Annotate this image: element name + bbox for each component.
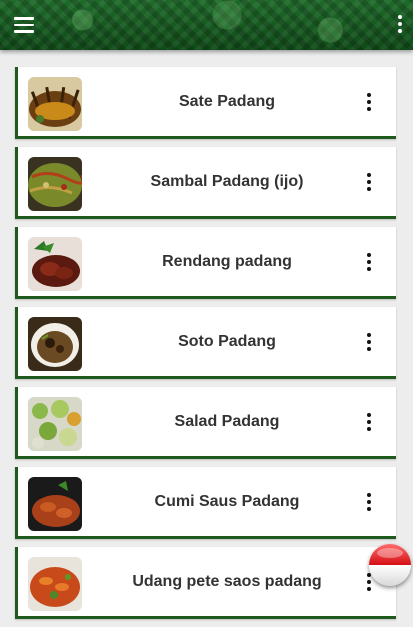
recipe-thumbnail (28, 77, 82, 131)
recipe-thumbnail (28, 237, 82, 291)
overflow-menu-icon[interactable] (395, 14, 405, 36)
recipe-card-soto-padang[interactable]: Soto Padang (15, 307, 396, 379)
recipe-thumbnail (28, 557, 82, 611)
recipe-list: Sate Padang Sambal Padang (ijo) Rendang … (15, 67, 396, 627)
more-options-icon[interactable] (364, 253, 374, 273)
more-options-icon[interactable] (364, 493, 374, 513)
recipe-card-udang-pete-saos-padang[interactable]: Udang pete saos padang (15, 547, 396, 619)
recipe-card-rendang-padang[interactable]: Rendang padang (15, 227, 396, 299)
indonesia-flag-icon[interactable] (369, 544, 411, 586)
recipe-card-salad-padang[interactable]: Salad Padang (15, 387, 396, 459)
hamburger-menu-icon[interactable] (14, 16, 36, 34)
more-options-icon[interactable] (364, 93, 374, 113)
recipe-thumbnail (28, 317, 82, 371)
recipe-thumbnail (28, 397, 82, 451)
recipe-card-cumi-saus-padang[interactable]: Cumi Saus Padang (15, 467, 396, 539)
recipe-title: Soto Padang (178, 332, 276, 350)
recipe-title: Salad Padang (174, 412, 280, 430)
recipe-thumbnail (28, 477, 82, 531)
recipe-title: Sambal Padang (ijo) (150, 172, 304, 190)
recipe-title: Rendang padang (162, 252, 292, 270)
more-options-icon[interactable] (364, 413, 374, 433)
recipe-title: Udang pete saos padang (132, 572, 322, 590)
more-options-icon[interactable] (364, 173, 374, 193)
recipe-card-sate-padang[interactable]: Sate Padang (15, 67, 396, 139)
recipe-title: Sate Padang (178, 92, 276, 110)
recipe-thumbnail (28, 157, 82, 211)
recipe-title: Cumi Saus Padang (154, 492, 300, 510)
recipe-card-sambal-padang-ijo[interactable]: Sambal Padang (ijo) (15, 147, 396, 219)
app-bar (0, 0, 413, 50)
more-options-icon[interactable] (364, 333, 374, 353)
